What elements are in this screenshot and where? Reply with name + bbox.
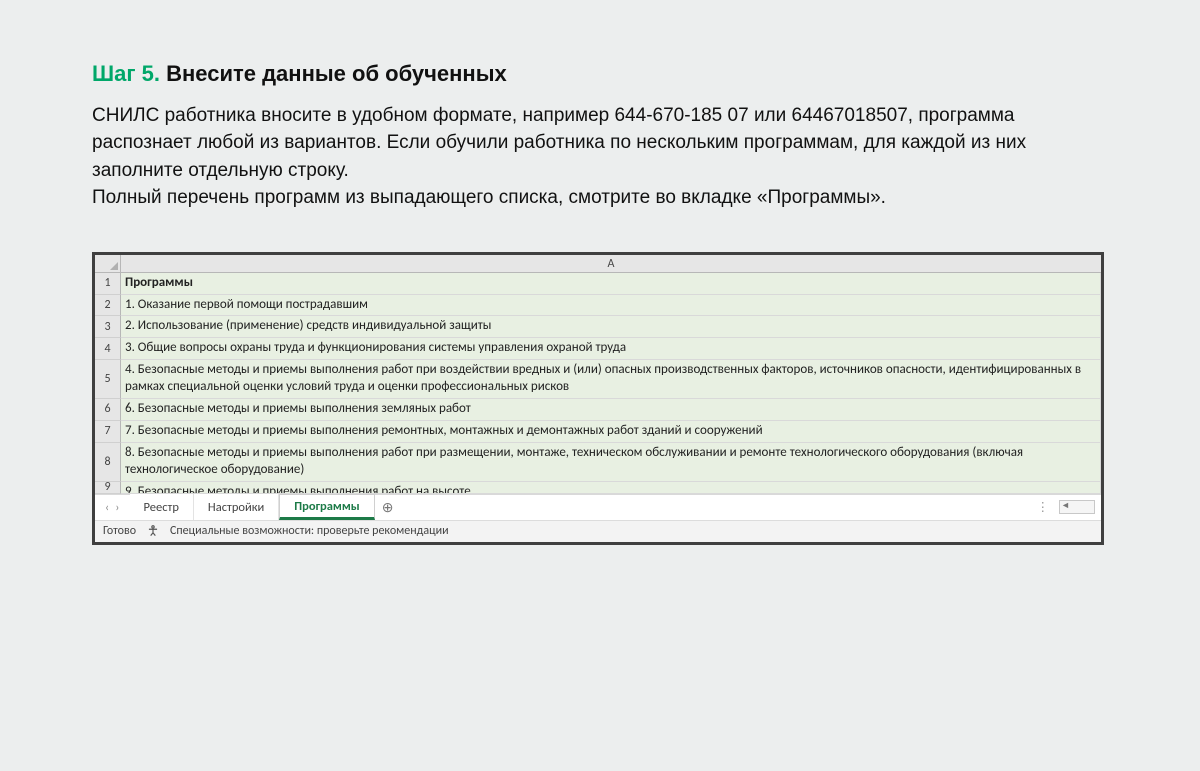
status-accessibility[interactable]: Специальные возможности: проверьте реком… [170,524,449,538]
table-row: 1Программы [95,273,1101,295]
intro-line-1: СНИЛС работника вносите в удобном формат… [92,105,1026,181]
tab-prev-icon[interactable]: ‹ [105,500,109,515]
table-row: 88. Безопасные методы и приемы выполнени… [95,443,1101,482]
row-number[interactable]: 8 [95,443,121,482]
cell[interactable]: 3. Общие вопросы охраны труда и функцион… [121,338,1101,360]
add-sheet-button[interactable]: ⊕ [375,499,401,516]
accessibility-icon[interactable] [146,524,160,538]
table-row: 43. Общие вопросы охраны труда и функцио… [95,338,1101,360]
sheet-tab-strip: ‹ › РеестрНастройкиПрограммы ⊕ ⋮ [95,494,1101,520]
step-heading: Шаг 5. Внесите данные об обученных [92,60,1108,88]
table-row: 54. Безопасные методы и приемы выполнени… [95,360,1101,399]
column-header-a[interactable]: A [121,255,1101,273]
cell[interactable]: 6. Безопасные методы и приемы выполнения… [121,399,1101,421]
row-number[interactable]: 3 [95,316,121,338]
cell[interactable]: 7. Безопасные методы и приемы выполнения… [121,421,1101,443]
column-header-row: A [95,255,1101,273]
table-row: 32. Использование (применение) средств и… [95,316,1101,338]
cell-header[interactable]: Программы [121,273,1101,295]
sheet-tab[interactable]: Настройки [194,494,279,520]
table-row: 21. Оказание первой помощи пострадавшим [95,295,1101,317]
intro-line-2: Полный перечень программ из выпадающего … [92,187,886,208]
cell[interactable]: 4. Безопасные методы и приемы выполнения… [121,360,1101,399]
cell[interactable]: 9. Безопасные методы и приемы выполнения… [121,482,1101,494]
step-number: Шаг 5. [92,61,160,86]
table-row: 66. Безопасные методы и приемы выполнени… [95,399,1101,421]
intro-text: СНИЛС работника вносите в удобном формат… [92,102,1092,212]
horizontal-scrollbar[interactable] [1059,500,1095,514]
spreadsheet-grid: A 1Программы21. Оказание первой помощи п… [95,255,1101,494]
row-number[interactable]: 1 [95,273,121,295]
sheet-tab[interactable]: Реестр [130,494,194,520]
table-row: 77. Безопасные методы и приемы выполнени… [95,421,1101,443]
row-number[interactable]: 2 [95,295,121,317]
tab-options-icon[interactable]: ⋮ [1029,499,1060,515]
row-number[interactable]: 9 [95,482,121,494]
row-number[interactable]: 7 [95,421,121,443]
status-bar: Готово Специальные возможности: проверьт… [95,520,1101,542]
cell[interactable]: 1. Оказание первой помощи пострадавшим [121,295,1101,317]
row-number[interactable]: 5 [95,360,121,399]
status-ready: Готово [103,524,136,538]
tab-next-icon[interactable]: › [115,500,119,515]
tab-nav-arrows[interactable]: ‹ › [95,500,130,515]
cell[interactable]: 8. Безопасные методы и приемы выполнения… [121,443,1101,482]
table-row: 99. Безопасные методы и приемы выполнени… [95,482,1101,494]
row-number[interactable]: 4 [95,338,121,360]
sheet-tab[interactable]: Программы [279,494,374,520]
excel-screenshot: A 1Программы21. Оказание первой помощи п… [92,252,1104,545]
step-title: Внесите данные об обученных [166,61,507,86]
row-number[interactable]: 6 [95,399,121,421]
select-all-corner[interactable] [95,255,121,273]
cell[interactable]: 2. Использование (применение) средств ин… [121,316,1101,338]
